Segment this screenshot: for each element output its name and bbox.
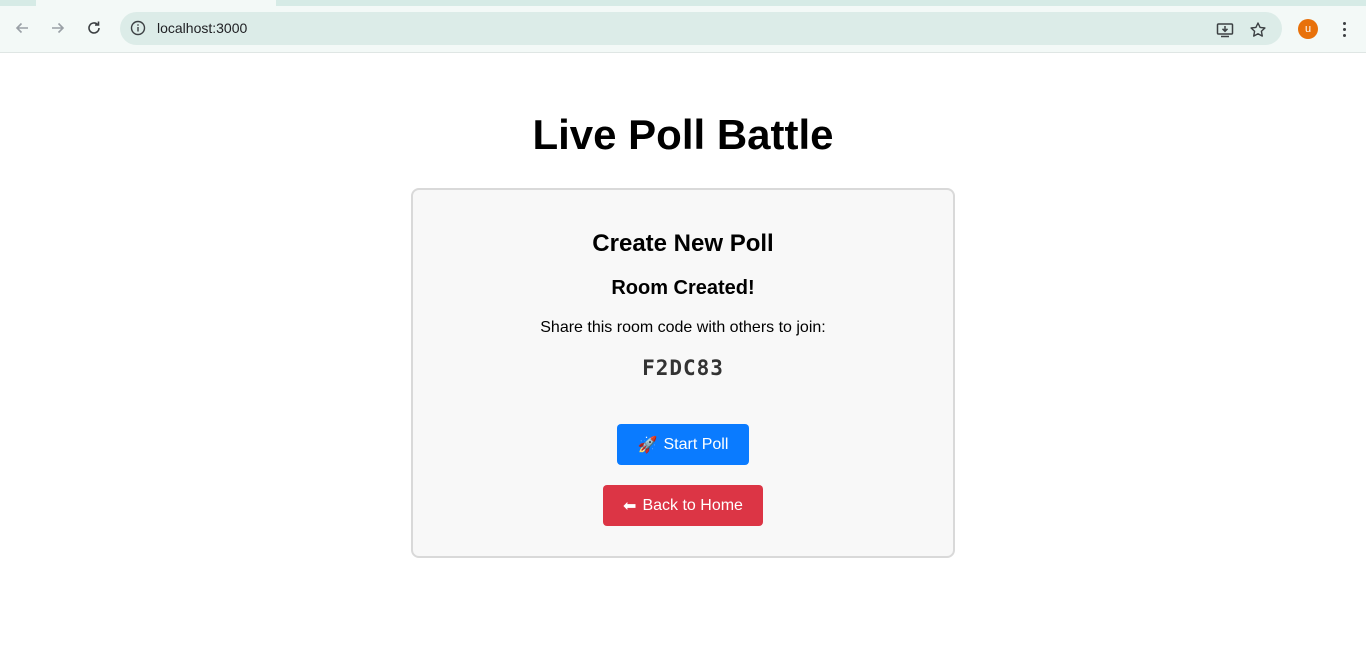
card-title: Create New Poll: [592, 230, 774, 257]
install-app-button[interactable]: [1215, 20, 1235, 40]
room-code: F2DC83: [642, 356, 724, 380]
forward-button[interactable]: [44, 14, 72, 42]
reload-button[interactable]: [80, 14, 108, 42]
arrow-left-icon: [15, 22, 28, 34]
share-instructions: Share this room code with others to join…: [540, 319, 826, 336]
page-title: Live Poll Battle: [532, 111, 834, 158]
star-icon: [1250, 22, 1266, 37]
avatar-letter: u: [1304, 23, 1312, 35]
install-app-icon: [1216, 23, 1234, 38]
url-text[interactable]: localhost:3000: [157, 20, 247, 36]
start-poll-button[interactable]: 🚀 Start Poll: [617, 424, 749, 465]
start-poll-label: Start Poll: [663, 435, 729, 453]
address-bar[interactable]: localhost:3000: [120, 12, 1282, 45]
arrow-right-icon: [52, 22, 65, 34]
back-to-home-label: Back to Home: [642, 496, 743, 514]
create-poll-card: Create New Poll Room Created! Share this…: [411, 188, 955, 558]
bookmark-button[interactable]: [1248, 20, 1268, 40]
room-created-heading: Room Created!: [611, 277, 755, 299]
kebab-menu-icon[interactable]: [1334, 18, 1354, 40]
profile-avatar[interactable]: u: [1298, 19, 1318, 39]
back-button[interactable]: [8, 14, 36, 42]
rocket-icon: 🚀: [637, 436, 658, 454]
back-to-home-button[interactable]: ⬅ Back to Home: [603, 485, 763, 526]
page-content: Live Poll Battle Create New Poll Room Cr…: [0, 53, 1366, 657]
arrow-left-icon: ⬅: [623, 497, 637, 515]
browser-toolbar: localhost:3000 u: [0, 6, 1366, 53]
reload-icon: [88, 21, 100, 34]
info-icon[interactable]: [130, 20, 146, 36]
